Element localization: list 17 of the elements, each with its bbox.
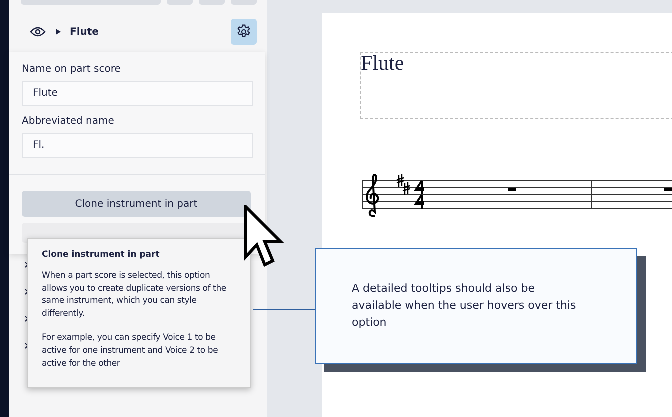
eye-icon[interactable] [30,27,46,37]
caret-icon[interactable] [56,29,61,35]
gear-icon [236,24,252,40]
input-field[interactable]: Flute [22,81,253,106]
title-frame[interactable]: Flute [360,52,672,119]
tooltip-text: For example, you can specify Voice 1 to be active for one instrument and Voice 2 to be active for the other [42,332,220,370]
annotation-text: A detailed tooltips should also be available when the user hovers over this option [352,281,578,331]
input-field[interactable]: Fl. [22,133,253,158]
leader-line [253,309,315,310]
field-label: Name on part score [22,64,122,75]
score-title: Flute [361,53,404,73]
tooltip-text: When a part score is selected, this option allows you to create duplicate versions of the same instrument, which you can style differently. [42,270,228,320]
settings-button[interactable] [231,19,257,45]
clone-button[interactable]: Clone instrument in part [22,191,251,217]
instrument-name: Flute [70,26,100,38]
field-label: Abbreviated name [22,116,116,127]
tooltip-title: Clone instrument in part [42,250,161,260]
